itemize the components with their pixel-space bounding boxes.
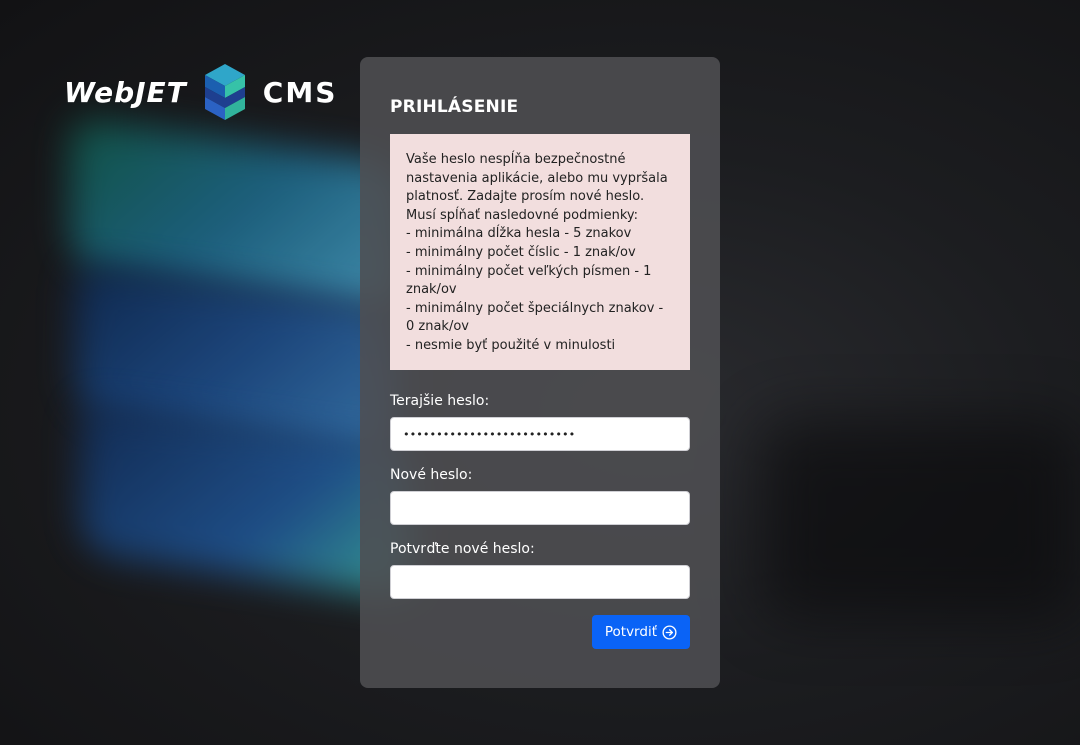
current-password-label: Terajšie heslo: <box>390 393 490 409</box>
alert-rule: - minimálny počet špeciálnych znakov - 0… <box>406 300 664 335</box>
alert-rule: - minimálny počet veľkých písmen - 1 zna… <box>406 263 652 298</box>
logo-word-cms: CMS <box>262 75 338 109</box>
logo-word-webjet: WebJET <box>64 75 187 109</box>
background-shadow <box>760 420 1080 620</box>
new-password-label: Nové heslo: <box>390 467 473 483</box>
webjet-logo: WebJET CMS <box>64 64 337 120</box>
alert-rule: - minimálna dĺžka hesla - 5 znakov <box>406 226 632 242</box>
alert-rule: - nesmie byť použité v minulosti <box>406 337 616 353</box>
confirm-password-label: Potvrďte nové heslo: <box>390 541 535 557</box>
alert-intro-text: Vaše heslo nespĺňa bezpečnostné nastaven… <box>406 152 668 223</box>
current-password-input[interactable] <box>390 417 690 451</box>
new-password-group: Nové heslo: <box>390 466 690 525</box>
page-title: PRIHLÁSENIE <box>390 97 519 117</box>
alert-rule: - minimálny počet číslic - 1 znak/ov <box>406 244 636 260</box>
confirm-button[interactable]: Potvrdiť <box>591 615 690 649</box>
arrow-circle-right-icon <box>662 624 677 640</box>
current-password-group: Terajšie heslo: <box>390 392 690 451</box>
form-actions: Potvrdiť <box>390 615 690 649</box>
logo-mark-icon <box>204 64 245 120</box>
confirm-password-input[interactable] <box>390 565 690 599</box>
confirm-button-label: Potvrdiť <box>604 624 657 640</box>
confirm-password-group: Potvrďte nové heslo: <box>390 540 690 599</box>
login-panel: PRIHLÁSENIE Vaše heslo nespĺňa bezpečnos… <box>360 57 720 688</box>
password-policy-alert: Vaše heslo nespĺňa bezpečnostné nastaven… <box>390 134 690 370</box>
new-password-input[interactable] <box>390 491 690 525</box>
